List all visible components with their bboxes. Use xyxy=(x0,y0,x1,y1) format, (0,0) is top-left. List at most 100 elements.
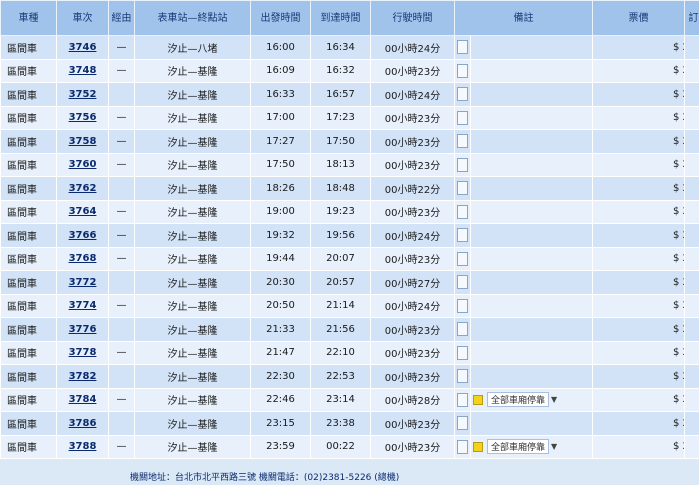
train-number-link[interactable]: 3782 xyxy=(69,371,97,382)
route-cell: 汐止—基隆 xyxy=(134,82,251,107)
header-train-type: 車種 xyxy=(0,0,57,36)
booking-cell xyxy=(684,293,699,318)
arrival-time: 18:48 xyxy=(310,176,371,201)
train-type: 區間車 xyxy=(0,105,57,130)
notebook-icon[interactable] xyxy=(457,439,468,454)
notebook-icon[interactable] xyxy=(457,322,468,337)
timetable: 車種 車次 經由 表車站—終點站 出發時間 到達時間 行駛時間 備註 票價 訂票… xyxy=(0,0,699,459)
notebook-icon[interactable] xyxy=(457,228,468,243)
note-cell xyxy=(470,176,593,201)
arrival-time: 22:53 xyxy=(310,364,371,389)
travel-duration: 00小時24分 xyxy=(370,293,455,318)
route-cell: 汐止—基隆 xyxy=(134,317,251,342)
train-number-link[interactable]: 3760 xyxy=(69,159,97,170)
train-number-link[interactable]: 3774 xyxy=(69,300,97,311)
price-value: $ 25 xyxy=(673,276,684,288)
header-note: 備註 xyxy=(454,0,593,36)
price-value: $ 25 xyxy=(673,347,684,359)
book-cell xyxy=(454,293,471,318)
price-cell: $ 25 xyxy=(592,152,685,177)
booking-cell xyxy=(684,176,699,201)
via-cell xyxy=(108,411,135,436)
notebook-icon[interactable] xyxy=(457,204,468,219)
note-marker-icon xyxy=(473,441,483,452)
note-text: 全部車廂停靠 xyxy=(487,392,550,408)
note-cell xyxy=(470,411,593,436)
notebook-icon[interactable] xyxy=(457,275,468,290)
table-row: 區間車 3766 —汐止—基隆19:3219:5600小時24分 $ 25 xyxy=(0,223,699,248)
via-cell: — xyxy=(108,434,135,459)
notebook-icon[interactable] xyxy=(457,416,468,431)
notebook-icon[interactable] xyxy=(457,134,468,149)
train-number-link[interactable]: 3762 xyxy=(69,183,97,194)
train-number-cell: 3766 xyxy=(56,223,109,248)
train-number-cell: 3764 xyxy=(56,199,109,224)
arrival-time: 00:22 xyxy=(310,434,371,459)
train-number-link[interactable]: 3746 xyxy=(69,42,97,53)
booking-cell xyxy=(684,223,699,248)
via-cell: — xyxy=(108,35,135,60)
route-cell: 汐止—基隆 xyxy=(134,340,251,365)
note-cell xyxy=(470,199,593,224)
arrival-time: 20:57 xyxy=(310,270,371,295)
header-booking: 訂票 xyxy=(684,0,699,36)
train-number-link[interactable]: 3752 xyxy=(69,89,97,100)
departure-time: 16:33 xyxy=(250,82,311,107)
train-number-link[interactable]: 3768 xyxy=(69,253,97,264)
train-number-link[interactable]: 3766 xyxy=(69,230,97,241)
notebook-icon[interactable] xyxy=(457,87,468,102)
arrival-time: 22:10 xyxy=(310,340,371,365)
notebook-icon[interactable] xyxy=(457,392,468,407)
via-cell: — xyxy=(108,223,135,248)
booking-cell xyxy=(684,129,699,154)
notebook-icon[interactable] xyxy=(457,345,468,360)
train-number-cell: 3760 xyxy=(56,152,109,177)
price-cell: $ 25 xyxy=(592,411,685,436)
note-cell xyxy=(470,270,593,295)
via-cell xyxy=(108,82,135,107)
note-cell xyxy=(470,317,593,342)
train-number-link[interactable]: 3788 xyxy=(69,441,97,452)
notebook-icon[interactable] xyxy=(457,181,468,196)
note-cell xyxy=(470,364,593,389)
notebook-icon[interactable] xyxy=(457,157,468,172)
note-cell xyxy=(470,82,593,107)
train-number-cell: 3752 xyxy=(56,82,109,107)
notebook-icon[interactable] xyxy=(457,251,468,266)
train-number-link[interactable]: 3758 xyxy=(69,136,97,147)
train-number-link[interactable]: 3778 xyxy=(69,347,97,358)
chevron-down-icon[interactable]: ▼ xyxy=(551,395,557,404)
notebook-icon[interactable] xyxy=(457,63,468,78)
price-value: $ 25 xyxy=(673,417,684,429)
train-number-cell: 3746 xyxy=(56,35,109,60)
train-number-link[interactable]: 3776 xyxy=(69,324,97,335)
arrival-time: 17:50 xyxy=(310,129,371,154)
train-number-link[interactable]: 3764 xyxy=(69,206,97,217)
via-cell xyxy=(108,364,135,389)
train-number-link[interactable]: 3748 xyxy=(69,65,97,76)
train-number-cell: 3776 xyxy=(56,317,109,342)
notebook-icon[interactable] xyxy=(457,40,468,55)
train-number-link[interactable]: 3772 xyxy=(69,277,97,288)
header-price: 票價 xyxy=(592,0,685,36)
notebook-icon[interactable] xyxy=(457,369,468,384)
train-number-link[interactable]: 3784 xyxy=(69,394,97,405)
route-cell: 汐止—基隆 xyxy=(134,364,251,389)
train-number-link[interactable]: 3756 xyxy=(69,112,97,123)
train-type: 區間車 xyxy=(0,364,57,389)
table-row: 區間車 3748 —汐止—基隆16:0916:3200小時23分 $ 25 xyxy=(0,58,699,83)
chevron-down-icon[interactable]: ▼ xyxy=(551,442,557,451)
via-cell: — xyxy=(108,199,135,224)
price-value: $ 25 xyxy=(673,394,684,406)
train-number-link[interactable]: 3786 xyxy=(69,418,97,429)
notebook-icon[interactable] xyxy=(457,298,468,313)
price-value: $ 25 xyxy=(673,323,684,335)
route-cell: 汐止—基隆 xyxy=(134,58,251,83)
price-value: $ 25 xyxy=(673,370,684,382)
price-value: $ 25 xyxy=(673,88,684,100)
table-row: 區間車 3772 汐止—基隆20:3020:5700小時27分 $ 25 xyxy=(0,270,699,295)
notebook-icon[interactable] xyxy=(457,110,468,125)
arrival-time: 23:38 xyxy=(310,411,371,436)
travel-duration: 00小時23分 xyxy=(370,246,455,271)
note-cell: 全部車廂停靠 ▼ xyxy=(470,387,593,412)
